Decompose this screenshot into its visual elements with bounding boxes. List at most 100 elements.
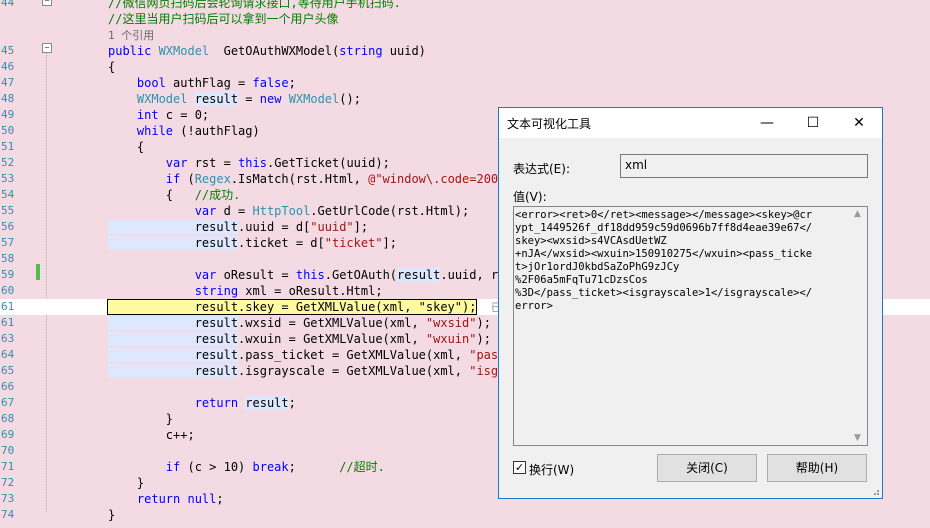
expression-input[interactable]: xml: [620, 154, 868, 178]
code-text[interactable]: int c = 0;: [108, 107, 209, 123]
line-number: 52: [1, 156, 15, 169]
line-number: 57: [1, 236, 15, 249]
close-icon[interactable]: ✕: [836, 108, 882, 138]
code-token: HttpTool: [252, 204, 311, 218]
code-line[interactable]: 44 //微信网页扫码后会轮询请求接口,等待用户手机扫码.: [0, 0, 930, 11]
code-text[interactable]: result.ticket = d["ticket"];: [108, 235, 397, 251]
code-line[interactable]: 46 {: [0, 59, 930, 75]
line-number: 51: [1, 140, 15, 153]
code-text[interactable]: public WXModel GetOAuthWXModel(string uu…: [108, 43, 426, 59]
code-text[interactable]: var oResult = this.GetOAuth(result.uuid,…: [108, 267, 513, 283]
code-token: ;: [216, 492, 224, 506]
code-line[interactable]: //这里当用户扫码后可以拿到一个用户头像: [0, 11, 930, 27]
value-textarea[interactable]: <error><ret>0</ret><message></message><s…: [513, 206, 868, 446]
code-text[interactable]: }: [108, 507, 115, 523]
code-line[interactable]: 45 public WXModel GetOAuthWXModel(string …: [0, 43, 930, 59]
code-text[interactable]: if (c > 10) break; //超时.: [108, 459, 385, 475]
wrap-label[interactable]: 换行(W): [529, 461, 574, 478]
code-token: @"window\.code=200": [368, 172, 506, 186]
code-text[interactable]: {: [108, 139, 144, 155]
code-text[interactable]: result.wxsid = GetXMLValue(xml, "wxsid")…: [108, 315, 491, 331]
code-token: GetOAuthWXModel(: [209, 44, 340, 58]
code-token: );: [476, 316, 491, 330]
code-text[interactable]: bool authFlag = false;: [108, 75, 296, 91]
code-text[interactable]: //这里当用户扫码后可以拿到一个用户头像: [108, 11, 338, 27]
code-token: .wxsid = GetXMLValue(xml,: [238, 316, 426, 330]
code-text[interactable]: return null;: [108, 491, 224, 507]
code-text[interactable]: result.skey = GetXMLValue(xml, "skey"); …: [106, 299, 513, 316]
code-text[interactable]: result.uuid = d["uuid"];: [108, 219, 368, 235]
code-line[interactable]: 48 WXModel result = new WXModel();: [0, 91, 930, 107]
dialog-titlebar[interactable]: 文本可视化工具 — ☐ ✕: [499, 108, 882, 138]
code-token: "wxsid": [425, 316, 477, 330]
code-text[interactable]: result.wxuin = GetXMLValue(xml, "wxuin")…: [108, 331, 491, 347]
code-text[interactable]: WXModel result = new WXModel();: [108, 91, 361, 107]
code-token: return: [108, 396, 239, 410]
code-line[interactable]: 74}: [0, 507, 930, 523]
code-token: if: [108, 172, 181, 186]
code-token: .IsMatch(rst.Html,: [230, 172, 369, 186]
code-token: ;: [288, 396, 296, 410]
code-text[interactable]: c++;: [108, 427, 195, 443]
code-text[interactable]: result.isgrayscale = GetXMLValue(xml, "i…: [108, 363, 513, 379]
code-token: }: [108, 412, 174, 426]
value-label: 值(V):: [513, 190, 547, 204]
code-token: public: [108, 44, 159, 58]
line-number: 72: [1, 476, 15, 489]
maximize-icon[interactable]: ☐: [790, 108, 836, 138]
line-number: 60: [1, 284, 15, 297]
code-line[interactable]: 47 bool authFlag = false;: [0, 75, 930, 91]
code-text[interactable]: //微信网页扫码后会轮询请求接口,等待用户手机扫码.: [108, 0, 401, 11]
code-token: c++;: [108, 428, 195, 442]
scroll-down-icon[interactable]: ▼: [854, 433, 861, 443]
code-text[interactable]: var rst = this.GetTicket(uuid);: [108, 155, 390, 171]
code-token: ;: [288, 460, 340, 474]
code-text[interactable]: var d = HttpTool.GetUrlCode(rst.Html);: [108, 203, 470, 219]
code-line[interactable]: 1 个引用: [0, 27, 930, 43]
close-button[interactable]: 关闭(C): [657, 454, 757, 482]
code-text[interactable]: while (!authFlag): [108, 123, 260, 139]
code-token: result.skey = GetXMLValue(xml, "skey");: [106, 299, 478, 315]
resize-grip-icon[interactable]: [870, 486, 880, 496]
line-number: 59: [1, 268, 15, 281]
code-token: ];: [353, 220, 369, 234]
code-text[interactable]: }: [108, 411, 173, 427]
code-token: (!authFlag): [173, 124, 260, 138]
minimize-icon[interactable]: —: [744, 108, 790, 138]
code-text[interactable]: {: [108, 59, 115, 75]
help-button[interactable]: 帮助(H): [767, 454, 867, 482]
line-number: 74: [1, 508, 15, 521]
line-number: 61: [1, 316, 15, 329]
code-token: WXModel: [288, 92, 340, 106]
line-number: 69: [1, 428, 15, 441]
line-number: 46: [1, 60, 15, 73]
code-text[interactable]: return result;: [108, 395, 296, 411]
code-token: {: [108, 140, 145, 154]
code-token: uuid): [382, 44, 426, 58]
code-text[interactable]: result.pass_ticket = GetXMLValue(xml, "p…: [108, 347, 513, 363]
code-text[interactable]: string xml = oResult.Html;: [108, 283, 383, 299]
code-text[interactable]: if (Regex.IsMatch(rst.Html, @"window\.co…: [108, 171, 513, 187]
line-number: 66: [1, 380, 15, 393]
code-token: .GetTicket(uuid);: [266, 156, 390, 170]
code-token: this: [295, 268, 325, 282]
code-text[interactable]: }: [108, 475, 144, 491]
wrap-checkbox[interactable]: ✓: [513, 461, 526, 474]
line-number: 61: [1, 300, 15, 313]
line-number: 55: [1, 204, 15, 217]
code-token: d =: [216, 204, 253, 218]
code-token: var: [108, 204, 217, 218]
line-number: 68: [1, 412, 15, 425]
line-number: 48: [1, 92, 15, 105]
scroll-up-icon[interactable]: ▲: [854, 209, 861, 219]
code-token: result: [108, 220, 239, 234]
code-token: WXModel: [158, 44, 210, 58]
code-token: result: [108, 332, 239, 346]
value-scrollbar[interactable]: ▲ ▼: [850, 207, 867, 445]
code-token: oResult =: [216, 268, 296, 282]
code-text[interactable]: 1 个引用: [108, 27, 154, 44]
code-text[interactable]: { //成功.: [108, 187, 241, 203]
code-token: .uuid = d[: [238, 220, 311, 234]
value-text[interactable]: <error><ret>0</ret><message></message><s…: [515, 209, 851, 313]
